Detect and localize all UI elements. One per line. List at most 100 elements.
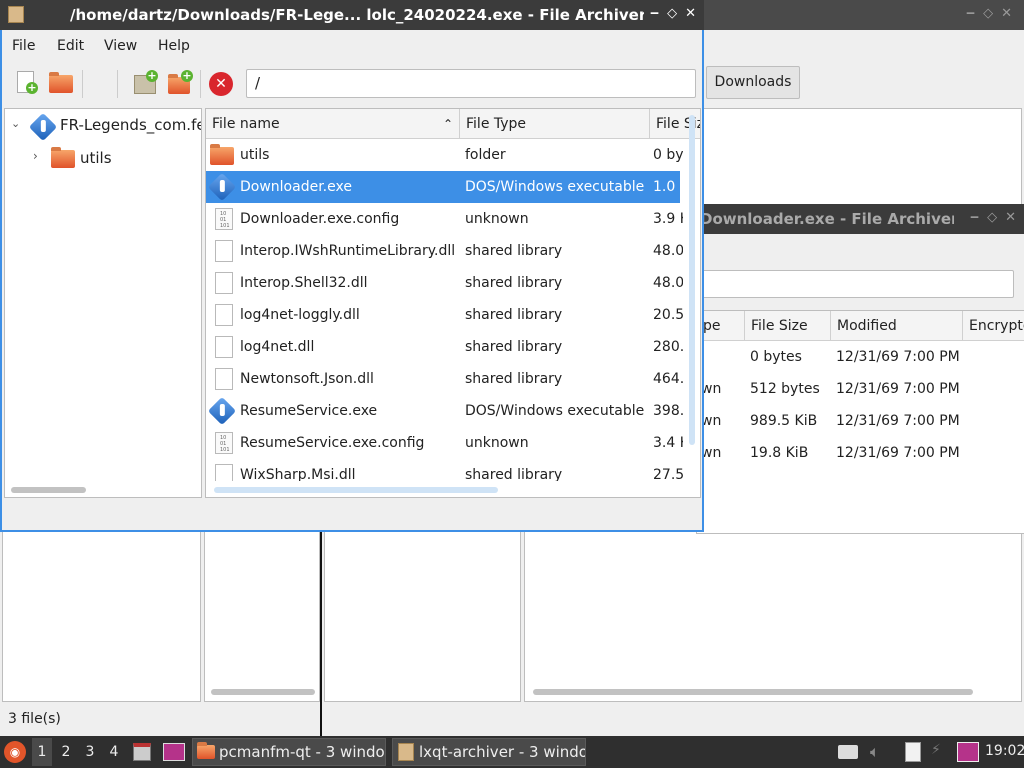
- desktop-2-button[interactable]: 2: [56, 738, 76, 766]
- file-manager-window-controls[interactable]: ‒ ◇ ✕: [966, 6, 1012, 21]
- volume-icon[interactable]: 🔈︎: [870, 742, 880, 762]
- file-type: shared library: [465, 243, 563, 259]
- downloads-button[interactable]: Downloads: [706, 66, 800, 99]
- menu-help[interactable]: Help: [158, 38, 190, 58]
- file-size: 3.4 KiB: [653, 435, 683, 451]
- file-list: File name⌃ File Type File Size utils fold…: [205, 108, 701, 498]
- file-type: DOS/Windows executable: [465, 403, 645, 419]
- file-name: log4net-loggly.dll: [240, 307, 360, 323]
- back-file-row[interactable]: 0 bytes 12/31/69 7:00 PM: [697, 341, 1024, 373]
- file-row[interactable]: Downloader.exe.config unknown 3.9 KiB: [206, 203, 683, 235]
- folder-icon: [51, 147, 75, 168]
- back-archiver-window-controls[interactable]: ‒ ◇ ✕: [970, 210, 1016, 225]
- minimize-button[interactable]: ‒: [650, 6, 659, 21]
- file-row[interactable]: Interop.Shell32.dll shared library 48.0 Ki…: [206, 267, 683, 299]
- file-row[interactable]: Newtonsoft.Json.dll shared library 464.0 K…: [206, 363, 683, 395]
- clock[interactable]: 19:02: [985, 743, 1024, 759]
- close-button[interactable]: ✕: [685, 6, 696, 21]
- file-name: ResumeService.exe.config: [240, 435, 425, 451]
- file-icon: [215, 368, 233, 390]
- back-col-encrypted[interactable]: Encrypted: [963, 311, 1024, 341]
- file-row[interactable]: log4net.dll shared library 280.5 KiB: [206, 331, 683, 363]
- fm-column-pane-2: [324, 530, 521, 702]
- back-file-modified: 12/31/69 7:00 PM: [836, 349, 960, 365]
- task-pcmanfm[interactable]: pcmanfm-qt - 3 windo...: [192, 738, 386, 766]
- back-col-modified[interactable]: Modified: [831, 311, 963, 341]
- back-file-row[interactable]: wn 19.8 KiB 12/31/69 7:00 PM: [697, 437, 1024, 469]
- file-size: 3.9 KiB: [653, 211, 683, 227]
- file-row[interactable]: ResumeService.exe DOS/Windows executable 3…: [206, 395, 683, 427]
- file-row[interactable]: log4net-loggly.dll shared library 20.5 KiB: [206, 299, 683, 331]
- stop-icon: ✕: [209, 72, 233, 96]
- tree-child-expand-toggle[interactable]: ›: [33, 149, 38, 163]
- back-file-modified: 12/31/69 7:00 PM: [836, 413, 960, 429]
- start-menu-icon[interactable]: ◉: [4, 741, 26, 763]
- tree-root-item[interactable]: FR-Legends_com.fendi: [60, 116, 201, 134]
- archiver-window: /home/dartz/Downloads/FR-Lege... lolc_24…: [0, 0, 704, 532]
- network-icon[interactable]: ⚡︎: [931, 742, 951, 762]
- keyboard-icon[interactable]: [838, 745, 858, 759]
- archive-app-icon: [8, 6, 24, 23]
- desktop-3-button[interactable]: 3: [80, 738, 100, 766]
- screenshot-icon[interactable]: [957, 742, 979, 762]
- file-type: shared library: [465, 339, 563, 355]
- column-file-type[interactable]: File Type: [460, 109, 650, 139]
- desktop-switcher: 1 2 3 4: [32, 738, 128, 766]
- file-row[interactable]: utils folder 0 bytes: [206, 139, 683, 171]
- file-name: utils: [240, 147, 270, 163]
- back-file-type: wn: [701, 413, 722, 429]
- file-row[interactable]: Downloader.exe DOS/Windows executable 1.0 …: [206, 171, 683, 203]
- file-type: shared library: [465, 275, 563, 291]
- toolbar-separator: [200, 70, 201, 98]
- column-file-name[interactable]: File name ⌃: [206, 109, 460, 139]
- menu-view[interactable]: View: [104, 38, 137, 58]
- file-row[interactable]: Interop.IWshRuntimeLibrary.dll shared lib…: [206, 235, 683, 267]
- file-size: 0 bytes: [653, 147, 683, 163]
- fm-right-pane-upper: [700, 108, 1022, 206]
- location-input[interactable]: /: [246, 69, 696, 98]
- file-size: 398.5 KiB: [653, 403, 683, 419]
- new-archive-button[interactable]: +: [14, 70, 40, 96]
- stop-button[interactable]: ✕: [208, 72, 234, 98]
- open-archive-icon: [49, 72, 73, 93]
- back-col-size[interactable]: File Size: [745, 311, 831, 341]
- tree-horizontal-scrollbar[interactable]: [11, 487, 86, 493]
- file-row[interactable]: WixSharp.Msi.dll shared library 27.5 KiB: [206, 459, 683, 481]
- menu-file[interactable]: File: [12, 38, 35, 58]
- fm-column-pane-3-scrollbar[interactable]: [533, 689, 973, 695]
- desktop-4-button[interactable]: 4: [104, 738, 124, 766]
- tree-expand-toggle[interactable]: ⌄: [11, 117, 20, 130]
- file-size: 280.5 KiB: [653, 339, 683, 355]
- file-manager-launcher-icon[interactable]: [133, 743, 151, 761]
- back-file-size: 0 bytes: [750, 349, 802, 365]
- open-archive-button[interactable]: [48, 70, 74, 96]
- file-type: DOS/Windows executable: [465, 179, 645, 195]
- taskbar: ◉ 1 2 3 4 pcmanfm-qt - 3 windo... lxqt-a…: [0, 736, 1024, 768]
- desktop-1-button[interactable]: 1: [32, 738, 52, 766]
- back-file-row[interactable]: wn 512 bytes 12/31/69 7:00 PM: [697, 373, 1024, 405]
- file-list-horizontal-scrollbar[interactable]: [214, 487, 498, 493]
- back-col-type[interactable]: pe: [697, 311, 745, 341]
- fm-column-pane-3: [524, 530, 1022, 702]
- file-icon: [215, 240, 233, 262]
- add-files-button[interactable]: +: [132, 70, 158, 96]
- file-name: Downloader.exe.config: [240, 211, 400, 227]
- archiver-titlebar[interactable]: /home/dartz/Downloads/FR-Lege... lolc_24…: [0, 0, 704, 30]
- file-row[interactable]: ResumeService.exe.config unknown 3.4 KiB: [206, 427, 683, 459]
- clipboard-icon[interactable]: [905, 742, 921, 762]
- back-archiver-path-input[interactable]: [696, 270, 1014, 298]
- media-player-launcher-icon[interactable]: [163, 743, 185, 761]
- add-folder-button[interactable]: +: [167, 70, 193, 96]
- fm-side-pane: [2, 530, 201, 702]
- task-lxqt-archiver[interactable]: lxqt-archiver - 3 windo...: [392, 738, 586, 766]
- fm-column-pane-1-scrollbar[interactable]: [211, 689, 315, 695]
- text-file-icon: [215, 432, 233, 454]
- tree-item-utils[interactable]: utils: [80, 149, 112, 167]
- file-list-header: File name⌃ File Type File Size: [206, 109, 700, 139]
- menu-edit[interactable]: Edit: [57, 38, 84, 58]
- maximize-button[interactable]: ◇: [667, 6, 677, 21]
- back-file-size: 19.8 KiB: [750, 445, 809, 461]
- file-name: WixSharp.Msi.dll: [240, 467, 356, 481]
- back-file-row[interactable]: wn 989.5 KiB 12/31/69 7:00 PM: [697, 405, 1024, 437]
- file-list-vertical-scrollbar[interactable]: [689, 115, 695, 445]
